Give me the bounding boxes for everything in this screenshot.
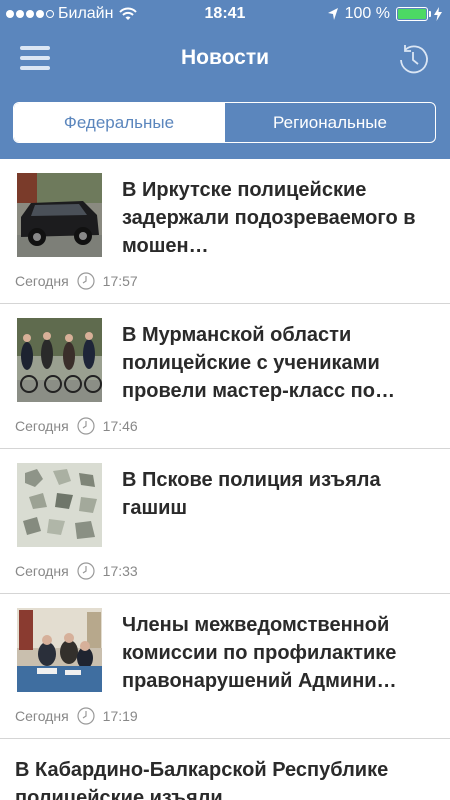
black-suv-photo: [17, 173, 102, 257]
page-title: Новости: [180, 46, 270, 69]
news-meta: Сегодня 17:57: [15, 272, 138, 290]
news-title: Члены межведомственной комиссии по профи…: [122, 614, 397, 692]
news-meta: Сегодня 17:46: [15, 417, 138, 435]
news-meta: Сегодня 17:19: [15, 707, 138, 725]
news-thumbnail: [17, 318, 102, 402]
news-item[interactable]: В Иркутске полицейские задержали подозре…: [0, 159, 450, 304]
app-header: Билайн 18:41 100 % Новости Федеральные Р…: [0, 0, 450, 159]
news-date: Сегодня: [15, 418, 69, 434]
battery-icon: [396, 7, 431, 21]
meeting-photo: [17, 608, 102, 692]
tab-federal[interactable]: Федеральные: [14, 103, 224, 142]
news-meta: Сегодня 17:33: [15, 562, 138, 580]
charging-bolt-icon: [434, 7, 442, 21]
news-thumbnail: [17, 463, 102, 547]
history-clock-icon[interactable]: [396, 42, 430, 76]
news-time: 17:57: [102, 273, 138, 289]
news-date: Сегодня: [15, 708, 69, 724]
news-item[interactable]: Члены межведомственной комиссии по профи…: [0, 594, 450, 739]
clock-icon: [77, 707, 95, 725]
battery-percent: 100 %: [344, 5, 390, 22]
news-date: Сегодня: [15, 273, 69, 289]
clock-icon: [77, 417, 95, 435]
news-list: В Иркутске полицейские задержали подозре…: [0, 159, 450, 800]
news-time: 17:33: [102, 563, 138, 579]
nav-bar: Новости: [0, 30, 450, 90]
news-thumbnail: [17, 173, 102, 257]
news-date: Сегодня: [15, 563, 69, 579]
news-item[interactable]: В Пскове полиция изъяла гашиш Сегодня 17…: [0, 449, 450, 594]
tab-regional[interactable]: Региональные: [224, 103, 435, 142]
clock-icon: [77, 562, 95, 580]
crystals-photo: [17, 463, 102, 547]
news-title: В Пскове полиция изъяла гашиш: [122, 469, 381, 519]
news-time: 17:46: [102, 418, 138, 434]
news-scope-tabs: Федеральные Региональные: [13, 102, 436, 143]
status-right: 100 %: [327, 5, 442, 23]
news-title: В Кабардино-Балкарской Республике полице…: [15, 759, 389, 800]
cyclists-photo: [17, 318, 102, 402]
news-item[interactable]: В Кабардино-Балкарской Республике полице…: [0, 739, 450, 800]
news-title: В Иркутске полицейские задержали подозре…: [122, 179, 416, 257]
battery-fill: [398, 9, 426, 19]
news-thumbnail: [17, 608, 102, 692]
status-bar: Билайн 18:41 100 %: [0, 0, 450, 30]
news-title: В Мурманской области полицейские с учени…: [122, 324, 395, 402]
news-item[interactable]: В Мурманской области полицейские с учени…: [0, 304, 450, 449]
location-arrow-icon: [327, 8, 338, 20]
clock-icon: [77, 272, 95, 290]
news-time: 17:19: [102, 708, 138, 724]
